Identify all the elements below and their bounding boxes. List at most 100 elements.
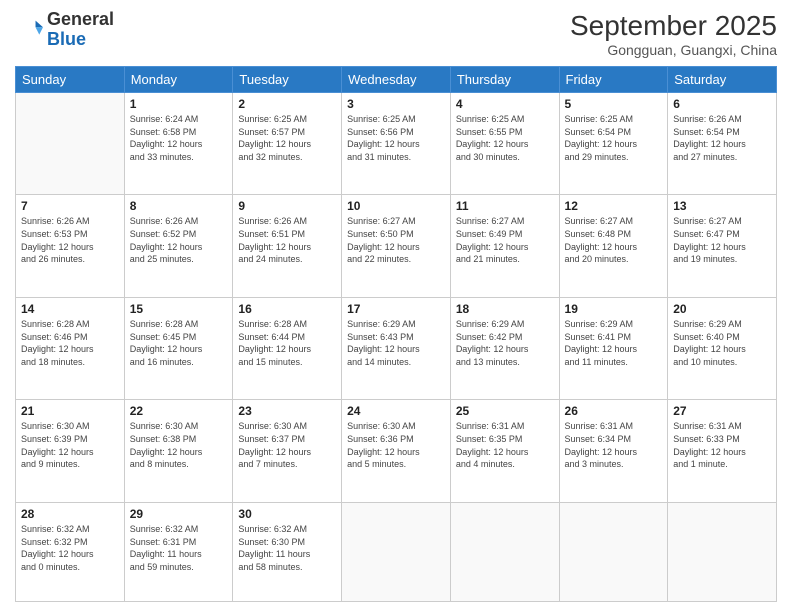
cell-info: Sunrise: 6:31 AM Sunset: 6:33 PM Dayligh…: [673, 420, 771, 470]
calendar-cell: 5 Sunrise: 6:25 AM Sunset: 6:54 PM Daylig…: [559, 93, 668, 195]
weekday-header: Monday: [124, 67, 233, 93]
calendar-cell: 6Sunrise: 6:26 AM Sunset: 6:54 PM Daylig…: [668, 93, 777, 195]
cell-info: Sunrise: 6:29 AM Sunset: 6:40 PM Dayligh…: [673, 318, 771, 368]
cell-info: Sunrise: 6:29 AM Sunset: 6:41 PM Dayligh…: [565, 318, 663, 368]
calendar-cell: 25Sunrise: 6:31 AM Sunset: 6:35 PM Dayli…: [450, 400, 559, 502]
logo-text: General Blue: [47, 10, 114, 50]
calendar-cell: [450, 502, 559, 601]
calendar-cell: 27 Sunrise: 6:31 AM Sunset: 6:33 PM Dayli…: [668, 400, 777, 502]
cell-info: Sunrise: 6:30 AM Sunset: 6:38 PM Dayligh…: [130, 420, 228, 470]
cell-info: Sunrise: 6:26 AM Sunset: 6:51 PM Dayligh…: [238, 215, 336, 265]
day-number: 3: [347, 97, 445, 111]
weekday-header: Tuesday: [233, 67, 342, 93]
calendar-cell: 11 Sunrise: 6:27 AM Sunset: 6:49 PM Dayli…: [450, 195, 559, 297]
day-number: 23: [238, 404, 336, 418]
day-number: 4: [456, 97, 554, 111]
location: Gongguan, Guangxi, China: [570, 42, 777, 58]
calendar-cell: 23 Sunrise: 6:30 AM Sunset: 6:37 PM Dayli…: [233, 400, 342, 502]
day-number: 16: [238, 302, 336, 316]
cell-info: Sunrise: 6:24 AM Sunset: 6:58 PM Dayligh…: [130, 113, 228, 163]
calendar-cell: 8 Sunrise: 6:26 AM Sunset: 6:52 PM Daylig…: [124, 195, 233, 297]
calendar-cell: [342, 502, 451, 601]
cell-info: Sunrise: 6:25 AM Sunset: 6:54 PM Dayligh…: [565, 113, 663, 163]
calendar-cell: 3 Sunrise: 6:25 AM Sunset: 6:56 PM Daylig…: [342, 93, 451, 195]
cell-info: Sunrise: 6:32 AM Sunset: 6:32 PM Dayligh…: [21, 523, 119, 573]
cell-info: Sunrise: 6:27 AM Sunset: 6:48 PM Dayligh…: [565, 215, 663, 265]
calendar-cell: 29 Sunrise: 6:32 AM Sunset: 6:31 PM Dayli…: [124, 502, 233, 601]
day-number: 1: [130, 97, 228, 111]
day-number: 8: [130, 199, 228, 213]
cell-info: Sunrise: 6:25 AM Sunset: 6:55 PM Dayligh…: [456, 113, 554, 163]
day-number: 27: [673, 404, 771, 418]
weekday-header: Wednesday: [342, 67, 451, 93]
calendar-cell: 24Sunrise: 6:30 AM Sunset: 6:36 PM Dayli…: [342, 400, 451, 502]
calendar-cell: 21 Sunrise: 6:30 AM Sunset: 6:39 PM Dayli…: [16, 400, 125, 502]
cell-info: Sunrise: 6:28 AM Sunset: 6:46 PM Dayligh…: [21, 318, 119, 368]
cell-info: Sunrise: 6:30 AM Sunset: 6:36 PM Dayligh…: [347, 420, 445, 470]
day-number: 19: [565, 302, 663, 316]
calendar-cell: [16, 93, 125, 195]
cell-info: Sunrise: 6:32 AM Sunset: 6:30 PM Dayligh…: [238, 523, 336, 573]
day-number: 11: [456, 199, 554, 213]
day-number: 2: [238, 97, 336, 111]
cell-info: Sunrise: 6:25 AM Sunset: 6:57 PM Dayligh…: [238, 113, 336, 163]
cell-info: Sunrise: 6:31 AM Sunset: 6:35 PM Dayligh…: [456, 420, 554, 470]
day-number: 12: [565, 199, 663, 213]
cell-info: Sunrise: 6:25 AM Sunset: 6:56 PM Dayligh…: [347, 113, 445, 163]
cell-info: Sunrise: 6:31 AM Sunset: 6:34 PM Dayligh…: [565, 420, 663, 470]
cell-info: Sunrise: 6:29 AM Sunset: 6:43 PM Dayligh…: [347, 318, 445, 368]
day-number: 10: [347, 199, 445, 213]
weekday-header: Friday: [559, 67, 668, 93]
cell-info: Sunrise: 6:27 AM Sunset: 6:47 PM Dayligh…: [673, 215, 771, 265]
cell-info: Sunrise: 6:30 AM Sunset: 6:39 PM Dayligh…: [21, 420, 119, 470]
day-number: 29: [130, 507, 228, 521]
weekday-header: Sunday: [16, 67, 125, 93]
day-number: 15: [130, 302, 228, 316]
header: General Blue September 2025 Gongguan, Gu…: [15, 10, 777, 58]
calendar-cell: 17 Sunrise: 6:29 AM Sunset: 6:43 PM Dayli…: [342, 297, 451, 399]
calendar-cell: 28 Sunrise: 6:32 AM Sunset: 6:32 PM Dayli…: [16, 502, 125, 601]
calendar-cell: 20 Sunrise: 6:29 AM Sunset: 6:40 PM Dayli…: [668, 297, 777, 399]
day-number: 30: [238, 507, 336, 521]
calendar-cell: [668, 502, 777, 601]
calendar-cell: 22Sunrise: 6:30 AM Sunset: 6:38 PM Dayli…: [124, 400, 233, 502]
logo-icon: [15, 16, 43, 44]
day-number: 6: [673, 97, 771, 111]
calendar-cell: 4 Sunrise: 6:25 AM Sunset: 6:55 PM Daylig…: [450, 93, 559, 195]
calendar: SundayMondayTuesdayWednesdayThursdayFrid…: [15, 66, 777, 602]
calendar-cell: 26 Sunrise: 6:31 AM Sunset: 6:34 PM Dayli…: [559, 400, 668, 502]
cell-info: Sunrise: 6:27 AM Sunset: 6:49 PM Dayligh…: [456, 215, 554, 265]
calendar-cell: 16Sunrise: 6:28 AM Sunset: 6:44 PM Dayli…: [233, 297, 342, 399]
calendar-cell: 1 Sunrise: 6:24 AM Sunset: 6:58 PM Daylig…: [124, 93, 233, 195]
cell-info: Sunrise: 6:30 AM Sunset: 6:37 PM Dayligh…: [238, 420, 336, 470]
cell-info: Sunrise: 6:32 AM Sunset: 6:31 PM Dayligh…: [130, 523, 228, 573]
title-block: September 2025 Gongguan, Guangxi, China: [570, 10, 777, 58]
cell-info: Sunrise: 6:26 AM Sunset: 6:53 PM Dayligh…: [21, 215, 119, 265]
day-number: 18: [456, 302, 554, 316]
calendar-cell: 10 Sunrise: 6:27 AM Sunset: 6:50 PM Dayli…: [342, 195, 451, 297]
logo: General Blue: [15, 10, 114, 50]
day-number: 5: [565, 97, 663, 111]
day-number: 20: [673, 302, 771, 316]
day-number: 17: [347, 302, 445, 316]
cell-info: Sunrise: 6:28 AM Sunset: 6:45 PM Dayligh…: [130, 318, 228, 368]
calendar-cell: 13Sunrise: 6:27 AM Sunset: 6:47 PM Dayli…: [668, 195, 777, 297]
weekday-header: Saturday: [668, 67, 777, 93]
calendar-cell: 15 Sunrise: 6:28 AM Sunset: 6:45 PM Dayli…: [124, 297, 233, 399]
day-number: 28: [21, 507, 119, 521]
weekday-header: Thursday: [450, 67, 559, 93]
cell-info: Sunrise: 6:27 AM Sunset: 6:50 PM Dayligh…: [347, 215, 445, 265]
calendar-cell: 19 Sunrise: 6:29 AM Sunset: 6:41 PM Dayli…: [559, 297, 668, 399]
logo-blue: Blue: [47, 29, 86, 49]
calendar-cell: 30 Sunrise: 6:32 AM Sunset: 6:30 PM Dayli…: [233, 502, 342, 601]
day-number: 21: [21, 404, 119, 418]
day-number: 26: [565, 404, 663, 418]
page: General Blue September 2025 Gongguan, Gu…: [0, 0, 792, 612]
month-year: September 2025: [570, 10, 777, 42]
calendar-cell: 14 Sunrise: 6:28 AM Sunset: 6:46 PM Dayli…: [16, 297, 125, 399]
day-number: 14: [21, 302, 119, 316]
calendar-cell: 18Sunrise: 6:29 AM Sunset: 6:42 PM Dayli…: [450, 297, 559, 399]
logo-general: General: [47, 9, 114, 29]
calendar-cell: 2 Sunrise: 6:25 AM Sunset: 6:57 PM Daylig…: [233, 93, 342, 195]
cell-info: Sunrise: 6:26 AM Sunset: 6:52 PM Dayligh…: [130, 215, 228, 265]
